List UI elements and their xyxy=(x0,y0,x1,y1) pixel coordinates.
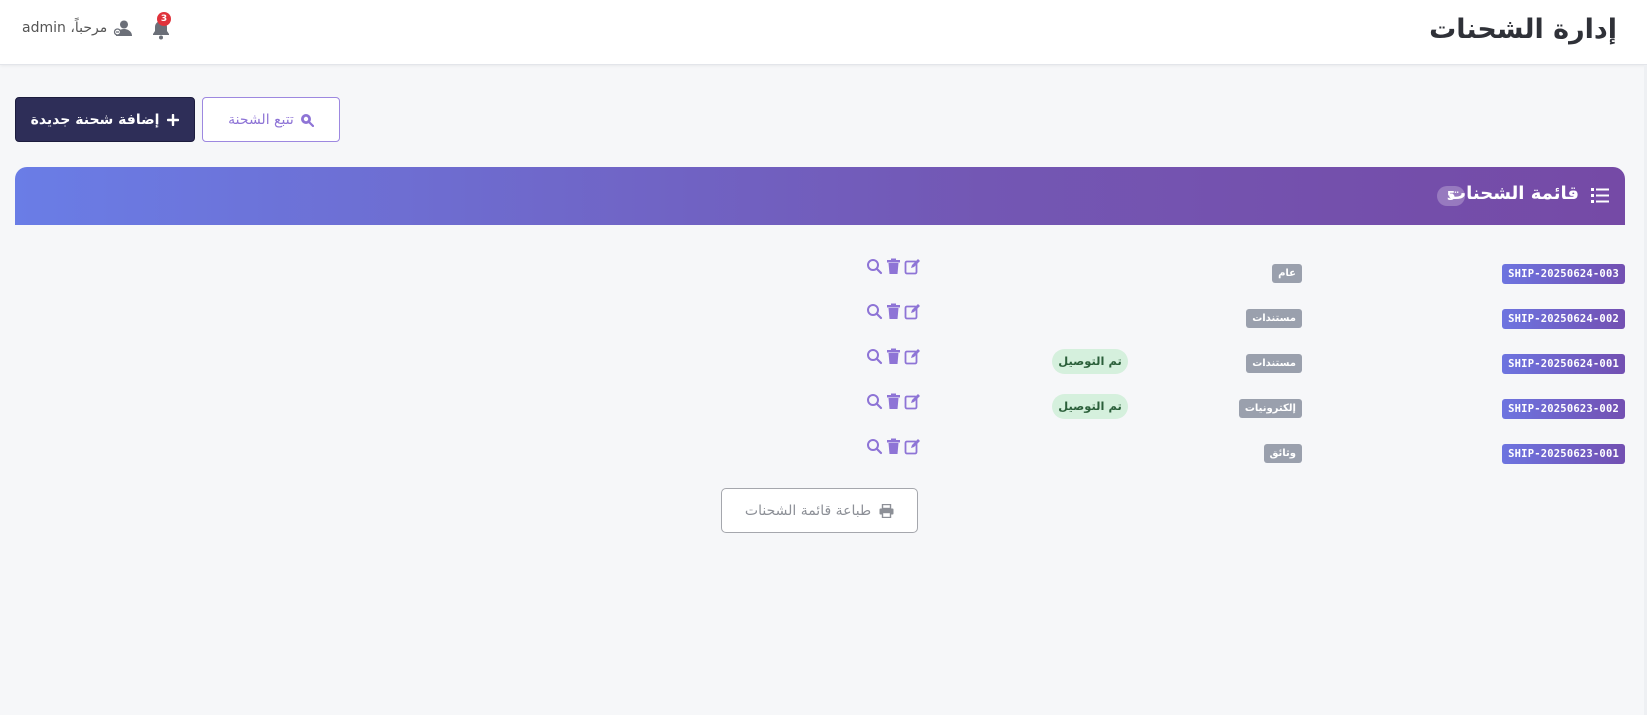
category-badge: إلكترونيات xyxy=(1238,399,1302,418)
view-button[interactable] xyxy=(866,348,883,365)
page-title: إدارة الشحنات xyxy=(1429,14,1617,45)
list-icon xyxy=(1591,188,1609,207)
row-actions xyxy=(866,303,921,320)
printer-icon xyxy=(879,503,894,518)
status-badge: تم التوصيل xyxy=(1052,349,1128,374)
add-shipment-button[interactable]: إضافة شحنة جديدة xyxy=(15,97,195,142)
delete-button[interactable] xyxy=(885,258,902,275)
status-badge: تم التوصيل xyxy=(1052,394,1128,419)
edit-icon xyxy=(904,394,920,410)
notification-badge: 3 xyxy=(157,12,171,26)
edit-button[interactable] xyxy=(904,348,921,365)
delete-button[interactable] xyxy=(885,438,902,455)
view-button[interactable] xyxy=(866,438,883,455)
shipment-id-badge: SHIP-20250624-003 xyxy=(1502,264,1625,284)
shipments-panel-header: قائمة الشحنات 5 xyxy=(15,167,1625,225)
trash-icon xyxy=(887,438,900,454)
magnifier-icon xyxy=(867,304,883,320)
view-button[interactable] xyxy=(866,393,883,410)
trash-icon xyxy=(887,348,900,364)
view-button[interactable] xyxy=(866,303,883,320)
view-button[interactable] xyxy=(866,258,883,275)
table-row: SHIP-20250624-001 مستندات تم التوصيل xyxy=(0,348,1647,378)
edit-icon xyxy=(904,349,920,365)
trash-icon xyxy=(887,393,900,409)
shipment-id-badge: SHIP-20250623-001 xyxy=(1502,444,1625,464)
delete-button[interactable] xyxy=(885,348,902,365)
print-list-label: طباعة قائمة الشحنات xyxy=(744,502,872,519)
edit-button[interactable] xyxy=(904,438,921,455)
edit-button[interactable] xyxy=(904,258,921,275)
category-badge: عام xyxy=(1272,264,1302,283)
shipments-count-badge: 5 xyxy=(1437,186,1465,206)
magnifier-icon xyxy=(867,259,883,275)
table-row: SHIP-20250623-002 إلكترونيات تم التوصيل xyxy=(0,393,1647,423)
magnifier-icon xyxy=(867,349,883,365)
add-shipment-label: إضافة شحنة جديدة xyxy=(30,111,160,128)
delete-button[interactable] xyxy=(885,393,902,410)
category-badge: مستندات xyxy=(1246,309,1302,328)
edit-icon xyxy=(904,259,920,275)
user-icon xyxy=(113,20,133,36)
delete-button[interactable] xyxy=(885,303,902,320)
row-actions xyxy=(866,393,921,410)
edit-button[interactable] xyxy=(904,303,921,320)
edit-icon xyxy=(904,304,920,320)
notifications-button[interactable]: 3 xyxy=(150,12,172,40)
category-badge: وثائق xyxy=(1263,444,1302,463)
trash-icon xyxy=(887,258,900,274)
top-navbar: إدارة الشحنات 3 مرحباً، admin xyxy=(0,0,1647,65)
shipment-id-badge: SHIP-20250624-001 xyxy=(1502,354,1625,374)
track-shipment-label: تتبع الشحنة xyxy=(228,111,294,128)
plus-icon xyxy=(167,113,180,126)
print-list-button[interactable]: طباعة قائمة الشحنات xyxy=(721,488,918,533)
edit-icon xyxy=(904,439,920,455)
edit-button[interactable] xyxy=(904,393,921,410)
category-badge: مستندات xyxy=(1246,354,1302,373)
table-row: SHIP-20250623-001 وثائق xyxy=(0,438,1647,468)
user-greeting: مرحباً، admin xyxy=(22,20,108,36)
table-row: SHIP-20250624-002 مستندات xyxy=(0,303,1647,333)
track-shipment-button[interactable]: تتبع الشحنة xyxy=(202,97,340,142)
trash-icon xyxy=(887,303,900,319)
user-menu[interactable]: مرحباً، admin xyxy=(22,20,133,36)
shipment-id-badge: SHIP-20250623-002 xyxy=(1502,399,1625,419)
magnifier-icon xyxy=(867,439,883,455)
search-icon xyxy=(300,113,314,127)
magnifier-icon xyxy=(867,394,883,410)
table-row: SHIP-20250624-003 عام xyxy=(0,258,1647,288)
row-actions xyxy=(866,258,921,275)
row-actions xyxy=(866,438,921,455)
row-actions xyxy=(866,348,921,365)
shipment-id-badge: SHIP-20250624-002 xyxy=(1502,309,1625,329)
panel-title: قائمة الشحنات xyxy=(1448,183,1579,204)
